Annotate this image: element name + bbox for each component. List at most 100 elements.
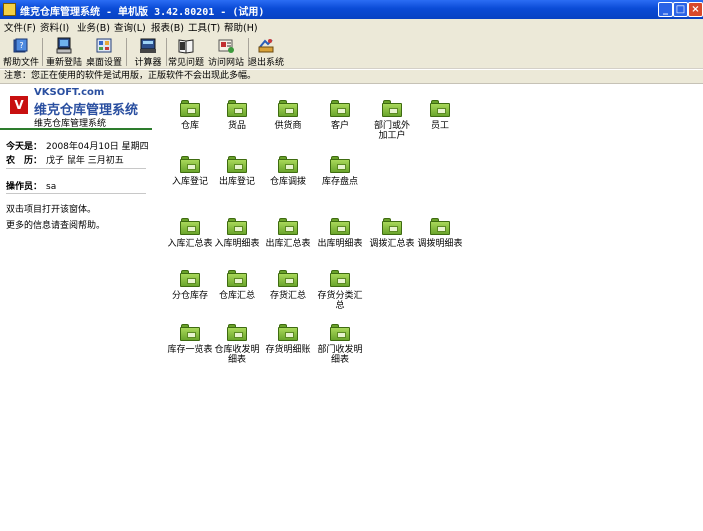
folder-icon: [278, 156, 298, 173]
module-label: 仓库调拨: [269, 177, 306, 187]
module-transfer-detail[interactable]: 调拨明细表: [410, 218, 470, 249]
folder-icon: [430, 100, 450, 117]
operator-label: 操作员：: [6, 182, 43, 192]
folder-icon: [227, 156, 247, 173]
brand-logo: V: [10, 96, 28, 114]
menu-business[interactable]: 业务(B): [77, 20, 110, 34]
brand-underline: [0, 128, 152, 130]
folder-icon: [430, 218, 450, 235]
folder-icon: [330, 324, 350, 341]
folder-icon: [180, 156, 200, 173]
toolbar-label: 退出系统: [247, 58, 284, 68]
faq-book-icon: [178, 39, 194, 54]
help-file-button[interactable]: ? 帮助文件: [1, 36, 41, 68]
toolbar-label: 计算器: [134, 58, 162, 68]
module-label: 存货汇总: [269, 291, 306, 301]
module-out-summary[interactable]: 出库汇总表: [258, 218, 318, 249]
module-label: 客户: [330, 121, 349, 131]
help-book-icon: ?: [13, 38, 28, 53]
module-label: 调拨明细表: [417, 239, 463, 249]
module-label: 库存盘点: [321, 177, 358, 187]
trial-notice: 注意：您正在使用的软件是试用版，正版软件不会出现此多幅。: [0, 70, 703, 84]
desktop-settings-button[interactable]: 桌面设置: [84, 36, 124, 68]
folder-icon: [330, 218, 350, 235]
minimize-button[interactable]: _: [658, 2, 673, 17]
folder-icon: [330, 270, 350, 287]
toolbar-label: 访问网站: [207, 58, 244, 68]
folder-icon: [382, 218, 402, 235]
folder-icon: [278, 324, 298, 341]
website-button[interactable]: 访问网站: [206, 36, 246, 68]
folder-icon: [330, 100, 350, 117]
monitor-login-icon: [56, 37, 72, 54]
folder-icon: [227, 324, 247, 341]
module-inventory-summary[interactable]: 存货汇总: [258, 270, 318, 301]
close-button[interactable]: ×: [688, 2, 703, 17]
folder-icon: [227, 218, 247, 235]
menu-file[interactable]: 文件(F): [4, 20, 36, 34]
lunar-value: 戊子 鼠年 三月初五: [46, 156, 124, 166]
today-value: 2008年04月10日 星期四: [46, 142, 149, 152]
module-stocktake[interactable]: 库存盘点: [310, 156, 370, 187]
divider: [6, 193, 146, 194]
module-label: 部门收发明细表: [317, 345, 363, 365]
app-icon: [3, 3, 16, 16]
svg-text:?: ?: [19, 41, 23, 50]
menu-query[interactable]: 查询(L): [114, 20, 146, 34]
toolbar-label: 重新登陆: [45, 58, 82, 68]
module-customer[interactable]: 客户: [310, 100, 370, 131]
module-label: 存货分类汇总: [317, 291, 363, 311]
folder-icon: [180, 100, 200, 117]
folder-icon: [180, 218, 200, 235]
brand-site: VKSOFT.com: [34, 87, 105, 98]
today-label: 今天是：: [6, 142, 43, 152]
exit-button[interactable]: 退出系统: [246, 36, 286, 68]
toolbar-separator: [42, 38, 43, 66]
menu-tools[interactable]: 工具(T): [188, 20, 220, 34]
folder-icon: [180, 270, 200, 287]
lunar-row: 农 历： 戊子 鼠年 三月初五: [6, 153, 124, 166]
module-department-io-detail[interactable]: 部门收发明细表: [310, 324, 370, 365]
toolbar: ? 帮助文件 重新登陆 桌面设置 计算器 常见问题 访问网站 退出系统: [0, 34, 703, 69]
module-supplier[interactable]: 供货商: [258, 100, 318, 131]
lunar-label: 农 历：: [6, 156, 43, 166]
folder-icon: [382, 100, 402, 117]
menu-bar: 文件(F) 资料(I) 业务(B) 查询(L) 报表(B) 工具(T) 帮助(H…: [0, 19, 703, 34]
module-employee[interactable]: 员工: [410, 100, 470, 131]
maximize-button[interactable]: □: [673, 2, 688, 17]
operator-value: sa: [46, 182, 57, 192]
module-label: 部门或外加工户: [373, 121, 410, 141]
menu-help[interactable]: 帮助(H): [224, 20, 258, 34]
module-label: 仓库收发明细表: [214, 345, 260, 365]
title-bar: 维克仓库管理系统 - 单机版 3.42.80201 - (试用) _ □ ×: [0, 0, 703, 19]
module-label: 出库明细表: [317, 239, 363, 249]
module-label: 员工: [430, 121, 449, 131]
menu-data[interactable]: 资料(I): [40, 20, 69, 34]
folder-icon: [278, 218, 298, 235]
help-line-2: 更多的信息请查阅帮助。: [6, 221, 106, 231]
exit-icon: [258, 39, 274, 53]
folder-icon: [278, 270, 298, 287]
toolbar-separator: [126, 38, 127, 66]
operator-row: 操作员： sa: [6, 179, 56, 192]
module-inventory-ledger[interactable]: 存货明细账: [258, 324, 318, 355]
toolbar-label: 常见问题: [167, 58, 204, 68]
module-label: 存货明细账: [265, 345, 311, 355]
help-line-1: 双击项目打开该窗体。: [6, 205, 97, 215]
folder-icon: [180, 324, 200, 341]
faq-button[interactable]: 常见问题: [166, 36, 206, 68]
module-label: 出库汇总表: [265, 239, 311, 249]
divider: [6, 168, 146, 169]
folder-icon: [330, 156, 350, 173]
module-category-summary[interactable]: 存货分类汇总: [310, 270, 370, 311]
desktop-settings-icon: [96, 38, 112, 53]
module-label: 供货商: [274, 121, 302, 131]
folder-icon: [227, 100, 247, 117]
module-out-detail[interactable]: 出库明细表: [310, 218, 370, 249]
relogin-button[interactable]: 重新登陆: [44, 36, 84, 68]
toolbar-label: 桌面设置: [85, 58, 122, 68]
menu-report[interactable]: 报表(B): [151, 20, 184, 34]
module-transfer[interactable]: 仓库调拨: [258, 156, 318, 187]
calculator-button[interactable]: 计算器: [128, 36, 168, 68]
window-title: 维克仓库管理系统 - 单机版 3.42.80201 - (试用): [20, 7, 265, 18]
